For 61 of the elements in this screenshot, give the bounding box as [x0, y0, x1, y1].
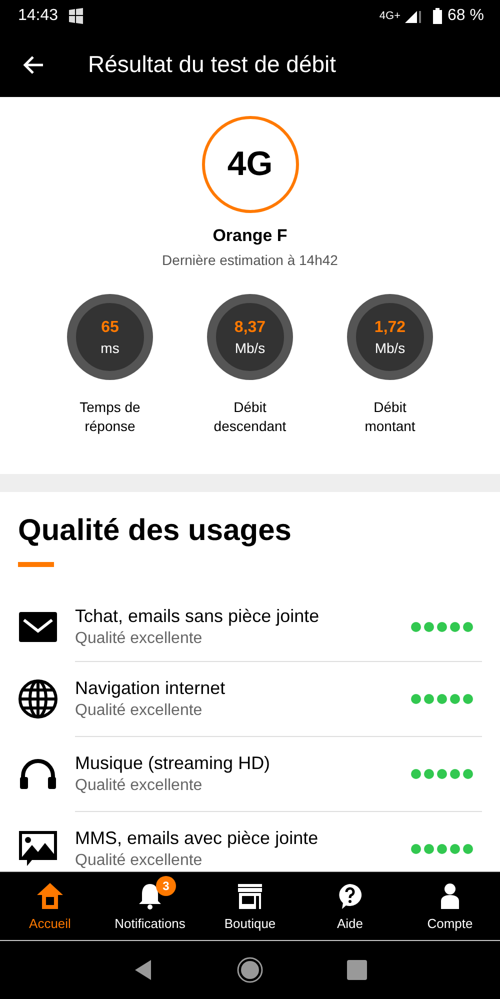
metric-value: 65: [101, 318, 119, 336]
nav-tab[interactable]: Aide: [300, 872, 400, 940]
globe-icon: [18, 678, 58, 718]
metric-label: Débit montant: [364, 398, 416, 436]
notification-badge: 3: [156, 876, 176, 896]
metric-label: Débit descendant: [212, 398, 288, 436]
section-title: Qualité des usages: [18, 514, 292, 548]
estimate-time: Dernière estimation à 14h42: [162, 252, 338, 268]
battery-level: 68 %: [448, 7, 484, 25]
rating-dot: [411, 844, 421, 854]
nav-tab[interactable]: Notifications 3: [100, 872, 200, 940]
home-icon: [36, 882, 64, 910]
rating-dot: [437, 622, 447, 632]
title-underline: [18, 562, 54, 567]
home-icon[interactable]: [236, 956, 264, 984]
nav-tab[interactable]: Compte: [400, 872, 500, 940]
usage-quality: Qualité excellente: [75, 630, 204, 648]
signal-icon: [404, 9, 423, 23]
image-icon: [18, 828, 58, 868]
rating-dot: [463, 844, 473, 854]
rating-dot: [424, 768, 434, 778]
rating-dot: [450, 622, 460, 632]
rating-dot: [424, 694, 434, 704]
help-icon: [336, 882, 364, 910]
rating-dot: [411, 622, 421, 632]
rating-dot: [424, 844, 434, 854]
nav-tab[interactable]: Accueil: [0, 872, 100, 940]
shop-icon: [236, 882, 264, 910]
nav-tab[interactable]: Boutique: [200, 872, 300, 940]
metric-unit: ms: [100, 340, 120, 356]
usage-name: Tchat, emails sans pièce jointe: [75, 606, 320, 627]
usage-name: Navigation internet: [75, 678, 226, 698]
rating-dot: [463, 768, 473, 778]
operator-name: Orange F: [212, 226, 288, 246]
metric-value: 1,72: [374, 318, 406, 336]
network-type: 4G+: [379, 10, 401, 22]
rating-dot: [450, 694, 460, 704]
rating-dot: [424, 622, 434, 632]
usage-quality: Qualité excellente: [75, 776, 204, 794]
battery-icon: [432, 8, 442, 24]
usage-name: MMS, emails avec pièce jointe: [75, 828, 320, 848]
rating-dot: [450, 768, 460, 778]
rating-dot: [437, 844, 447, 854]
rating-dot: [463, 622, 473, 632]
metric-unit: Mb/s: [374, 340, 406, 356]
screen-title: Résultat du test de débit: [88, 51, 336, 78]
notification-icon: [68, 8, 84, 24]
rating-dot: [463, 694, 473, 704]
rating-dot: [411, 694, 421, 704]
status-time: 14:43: [18, 7, 58, 25]
usage-quality: Qualité excellente: [75, 702, 204, 720]
rating-dot: [450, 844, 460, 854]
metric-value: 8,37: [234, 318, 266, 336]
rating-dot: [411, 768, 421, 778]
rating-dot: [437, 694, 447, 704]
usage-quality: Qualité excellente: [75, 852, 204, 870]
rating-dot: [437, 768, 447, 778]
network-badge: 4G: [202, 116, 298, 213]
metric-unit: Mb/s: [234, 340, 266, 356]
metric-label: Temps de réponse: [78, 398, 142, 436]
usage-name: Musique (streaming HD): [75, 752, 272, 774]
